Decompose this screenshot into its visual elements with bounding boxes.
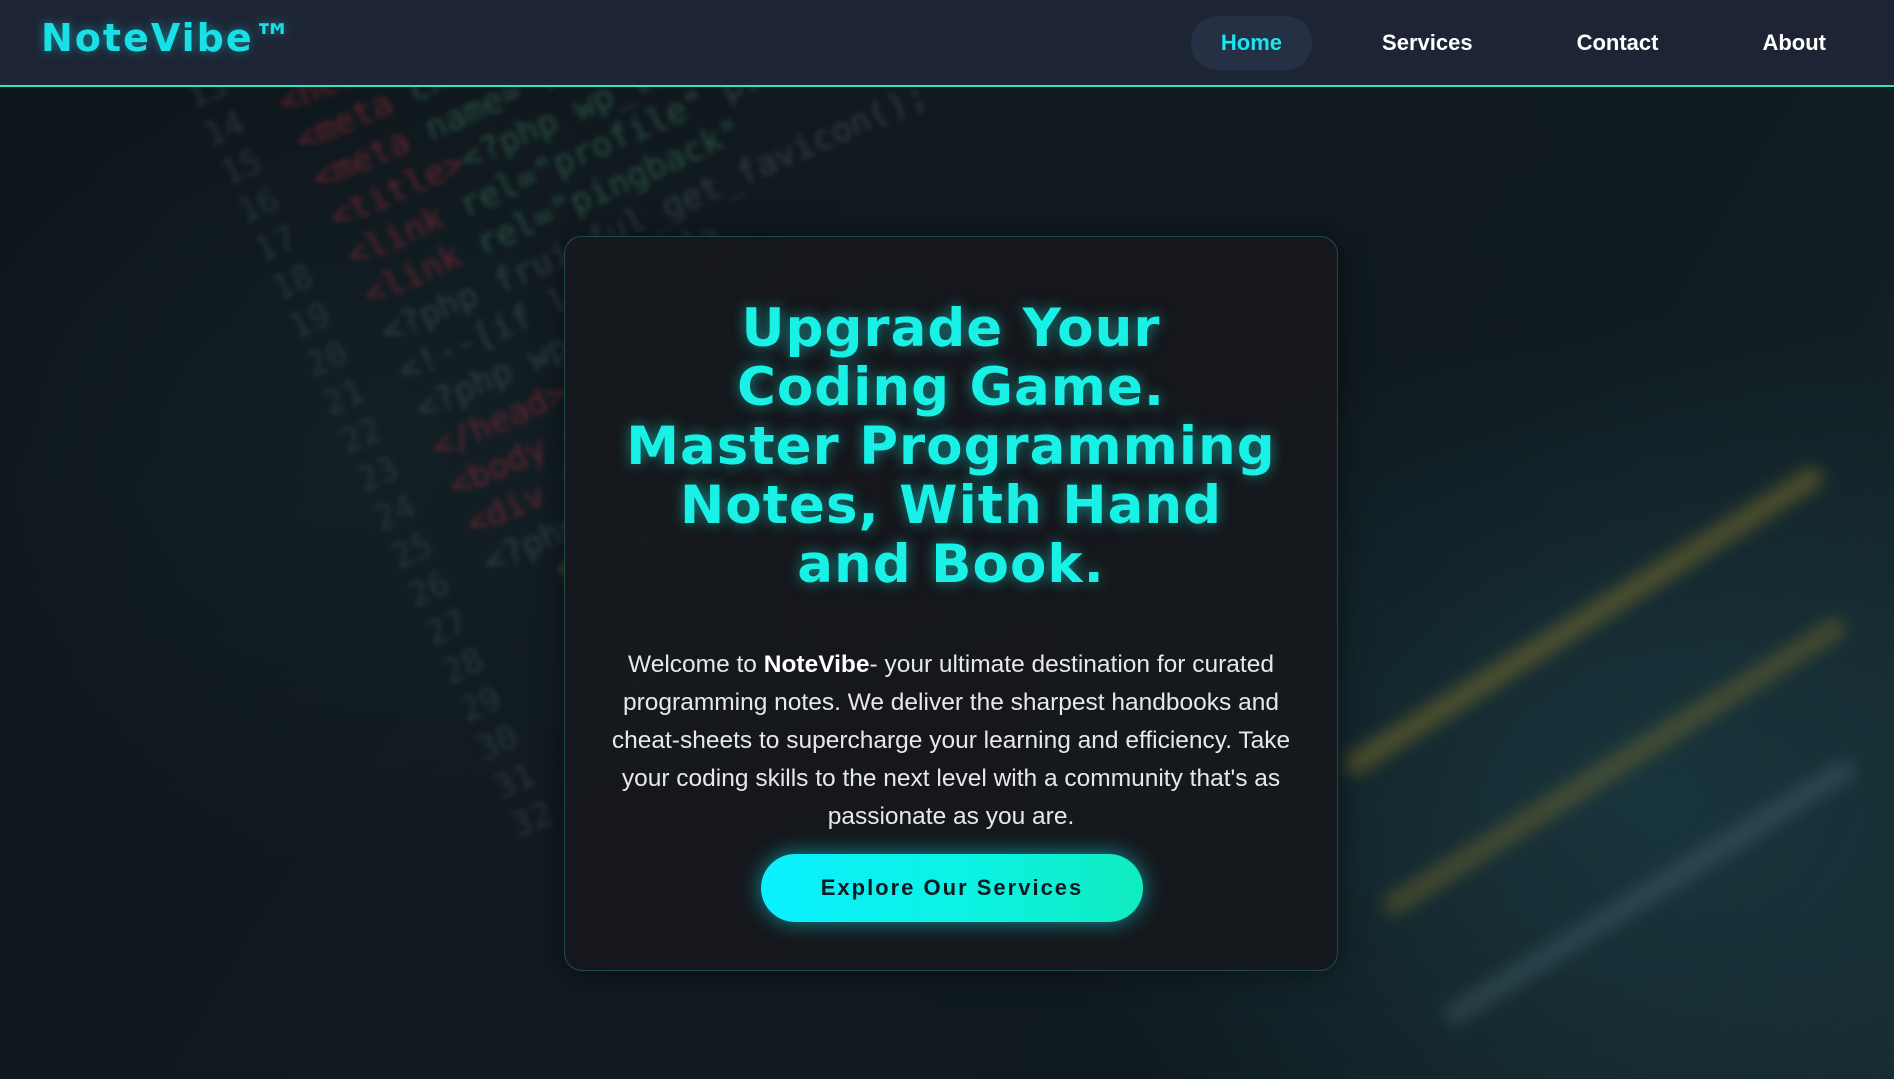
hero-description-brand: NoteVibe <box>763 650 870 678</box>
explore-services-button[interactable]: Explore Our Services <box>761 854 1143 922</box>
background-blur-streak <box>1340 463 1827 779</box>
top-navbar: NoteVibe™ Home Services Contact About <box>0 0 1894 87</box>
nav-home[interactable]: Home <box>1190 15 1313 70</box>
hero-card: Upgrade Your Coding Game. Master Program… <box>564 236 1338 971</box>
background-blur-streak <box>1380 613 1850 919</box>
hero-title-line: Master Programming <box>626 416 1276 477</box>
hero-title: Upgrade Your Coding Game. Master Program… <box>595 299 1307 594</box>
main-nav: Home Services Contact About <box>1190 0 1894 85</box>
nav-about[interactable]: About <box>1732 16 1856 70</box>
hero-title-line: Coding Game. <box>736 357 1166 418</box>
hero-title-line: Upgrade Your <box>741 298 1161 359</box>
brand-logo[interactable]: NoteVibe™ <box>41 16 294 60</box>
nav-contact[interactable]: Contact <box>1547 16 1689 70</box>
background-blur-streak <box>1440 755 1859 1029</box>
hero-description: Welcome to NoteVibe- your ultimate desti… <box>607 646 1295 836</box>
hero-description-prefix: Welcome to <box>628 650 764 678</box>
nav-services[interactable]: Services <box>1352 16 1503 70</box>
hero-title-line: and Book. <box>797 534 1105 595</box>
hero-title-line: Notes, With Hand <box>679 475 1223 536</box>
